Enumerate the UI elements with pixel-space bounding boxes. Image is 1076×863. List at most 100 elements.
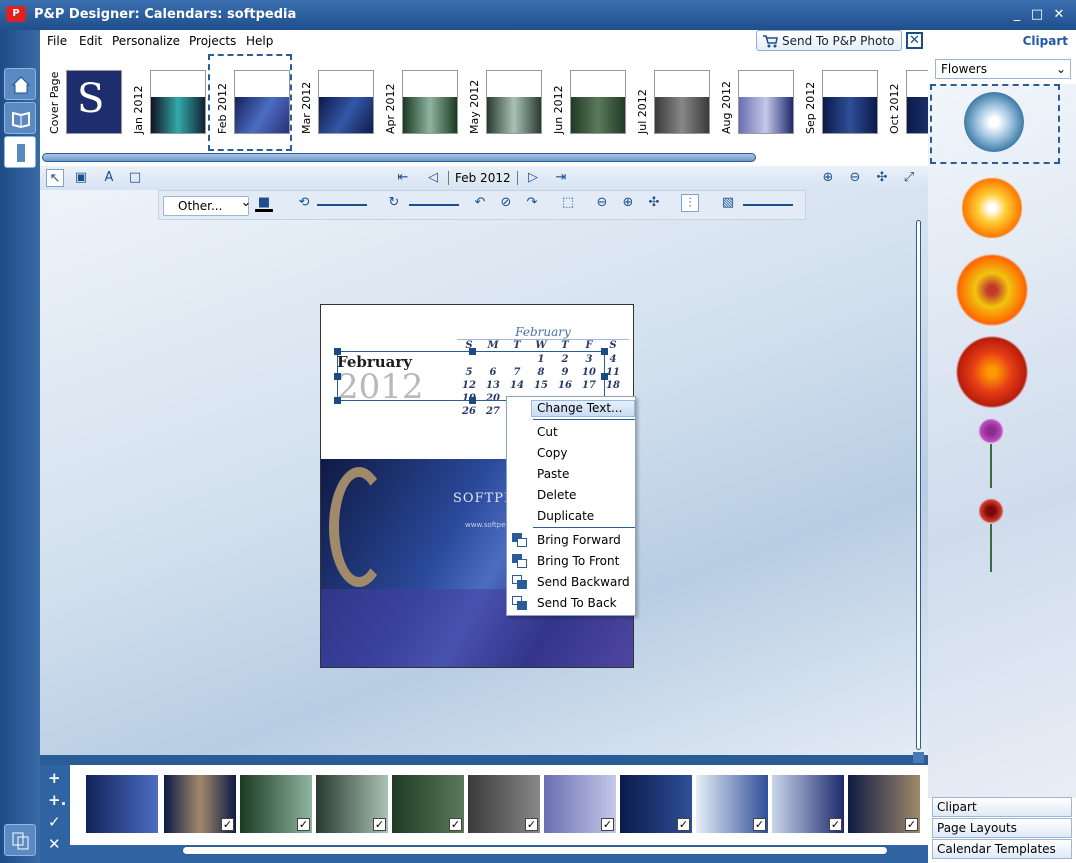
flip-icon[interactable]: ⊘ <box>497 194 515 212</box>
design-canvas[interactable]: Other... ⌄ ■ ⟲ ↻ ↶ ⊘ ↷ ⬚ ⊖ ⊕ ✣ ⫶ ▧ Febru… <box>40 190 928 755</box>
tray-scrollbar[interactable] <box>182 846 888 855</box>
img-fit-icon[interactable]: ✣ <box>645 194 663 212</box>
fullscreen-icon[interactable]: ⤢ <box>900 169 918 187</box>
book-button[interactable] <box>4 102 36 134</box>
first-page-icon[interactable]: ⇤ <box>394 169 412 187</box>
tray-image[interactable]: ✓ <box>164 775 236 833</box>
tab-calendar-templates[interactable]: Calendar Templates <box>932 839 1072 859</box>
tray-image[interactable]: ✓ <box>696 775 768 833</box>
crop-icon[interactable]: ⬚ <box>559 194 577 212</box>
next-page-icon[interactable]: ▷ <box>524 169 542 187</box>
tray-image[interactable]: ✓ <box>772 775 844 833</box>
orange-flower-clipart[interactable] <box>958 174 1026 242</box>
add-frame-icon[interactable]: □ <box>126 169 144 187</box>
zoom-out-icon[interactable]: ⊖ <box>846 169 864 187</box>
thumb-scrollbar[interactable] <box>40 152 928 166</box>
thumb-aug[interactable]: Aug 2012 <box>720 68 794 134</box>
canvas-scrollbar-track[interactable] <box>916 220 921 750</box>
clipart-category-select[interactable]: Flowers ⌄ <box>935 59 1071 79</box>
calendar-button[interactable] <box>4 136 36 168</box>
resize-handle[interactable] <box>469 397 476 404</box>
text-selection-box[interactable] <box>334 348 608 404</box>
color-icon[interactable]: ■ <box>255 194 273 212</box>
thumb-cover[interactable]: Cover Page S <box>48 68 122 134</box>
menu-edit[interactable]: Edit <box>79 34 102 48</box>
last-page-icon[interactable]: ⇥ <box>552 169 570 187</box>
tray-image[interactable]: ✓ <box>620 775 692 833</box>
opacity-slider[interactable] <box>409 204 459 206</box>
select-tool-icon[interactable]: ↖ <box>46 169 64 187</box>
dark-red-flower-clipart[interactable] <box>976 496 1006 526</box>
resize-handle[interactable] <box>334 397 341 404</box>
img-zoom-in-icon[interactable]: ⊕ <box>619 194 637 212</box>
thumb-jul[interactable]: Jul 2012 <box>636 68 710 134</box>
menu-cut[interactable]: Cut <box>537 425 558 439</box>
resize-handle[interactable] <box>334 348 341 355</box>
menu-duplicate[interactable]: Duplicate <box>537 509 594 523</box>
rotate-icon[interactable]: ⟲ <box>295 194 313 212</box>
tray-image[interactable]: ✓ <box>848 775 920 833</box>
resize-handle[interactable] <box>601 348 608 355</box>
check-tray-icon[interactable]: ✓ <box>48 813 61 831</box>
menu-bring-forward[interactable]: Bring Forward <box>537 533 621 547</box>
send-to-pp-photo-button[interactable]: Send To P&P Photo <box>756 30 902 51</box>
home-button[interactable] <box>4 68 36 100</box>
tray-image[interactable]: ✓ <box>392 775 464 833</box>
add-image-tray-icon[interactable]: + <box>48 769 61 787</box>
rotate-left-icon[interactable]: ↶ <box>471 194 489 212</box>
resize-handle[interactable] <box>601 373 608 380</box>
img-zoom-out-icon[interactable]: ⊖ <box>593 194 611 212</box>
thumb-may[interactable]: May 2012 <box>468 68 542 134</box>
close-project-icon[interactable]: ✕ <box>906 32 923 49</box>
thumb-oct[interactable]: Oct 2012 <box>888 68 928 134</box>
maximize-icon[interactable]: □ <box>1030 8 1044 22</box>
remove-tray-icon[interactable]: ✕ <box>48 835 61 853</box>
menu-send-to-back[interactable]: Send To Back <box>537 596 617 610</box>
rotate-right-icon[interactable]: ↷ <box>523 194 541 212</box>
thumb-apr[interactable]: Apr 2012 <box>384 68 458 134</box>
thumb-jan[interactable]: Jan 2012 <box>132 68 206 134</box>
menu-personalize[interactable]: Personalize <box>112 34 180 48</box>
tray-image[interactable]: ✓ <box>316 775 388 833</box>
tray-image[interactable] <box>86 775 158 833</box>
menu-bring-to-front[interactable]: Bring To Front <box>537 554 619 568</box>
rotation-slider[interactable] <box>317 204 367 206</box>
chevron-down-icon[interactable]: ⌄ <box>237 194 255 212</box>
tray-image[interactable]: ✓ <box>468 775 540 833</box>
resize-handle[interactable] <box>334 373 341 380</box>
yellow-flower-clipart[interactable] <box>952 250 1032 330</box>
add-folder-tray-icon[interactable]: +. <box>48 791 66 809</box>
add-image-icon[interactable]: ▣ <box>72 169 90 187</box>
menu-send-backward[interactable]: Send Backward <box>537 575 630 589</box>
thumb-jun[interactable]: Jun 2012 <box>552 68 626 134</box>
gradient-icon[interactable]: ▧ <box>719 194 737 212</box>
resize-handle[interactable] <box>469 348 476 355</box>
add-text-icon[interactable]: A <box>100 169 118 187</box>
thumb-feb[interactable]: Feb 2012 <box>216 68 290 134</box>
menu-copy[interactable]: Copy <box>537 446 567 460</box>
blue-flower-clipart[interactable] <box>964 92 1024 152</box>
canvas-scrollbar[interactable] <box>910 220 928 765</box>
thumb-mar[interactable]: Mar 2012 <box>300 68 374 134</box>
tab-clipart[interactable]: Clipart <box>932 797 1072 817</box>
menu-file[interactable]: File <box>47 34 67 48</box>
tab-page-layouts[interactable]: Page Layouts <box>932 818 1072 838</box>
fit-icon[interactable]: ✣ <box>873 169 891 187</box>
tray-image[interactable]: ✓ <box>544 775 616 833</box>
adjust-icon[interactable]: ⫶ <box>681 194 699 212</box>
minimize-icon[interactable]: _ <box>1010 8 1024 22</box>
gradient-slider[interactable] <box>743 204 793 206</box>
refresh-icon[interactable]: ↻ <box>385 194 403 212</box>
prev-page-icon[interactable]: ◁ <box>424 169 442 187</box>
thumb-scrollbar-thumb[interactable] <box>42 153 756 162</box>
menu-paste[interactable]: Paste <box>537 467 569 481</box>
menu-delete[interactable]: Delete <box>537 488 576 502</box>
close-window-icon[interactable]: ✕ <box>1052 8 1066 22</box>
purple-flower-clipart[interactable] <box>976 416 1006 446</box>
menu-projects[interactable]: Projects <box>189 34 236 48</box>
zoom-in-icon[interactable]: ⊕ <box>819 169 837 187</box>
tray-image[interactable]: ✓ <box>240 775 312 833</box>
thumb-sep[interactable]: Sep 2012 <box>804 68 878 134</box>
menu-change-text[interactable]: Change Text... <box>531 400 635 417</box>
menu-help[interactable]: Help <box>246 34 273 48</box>
